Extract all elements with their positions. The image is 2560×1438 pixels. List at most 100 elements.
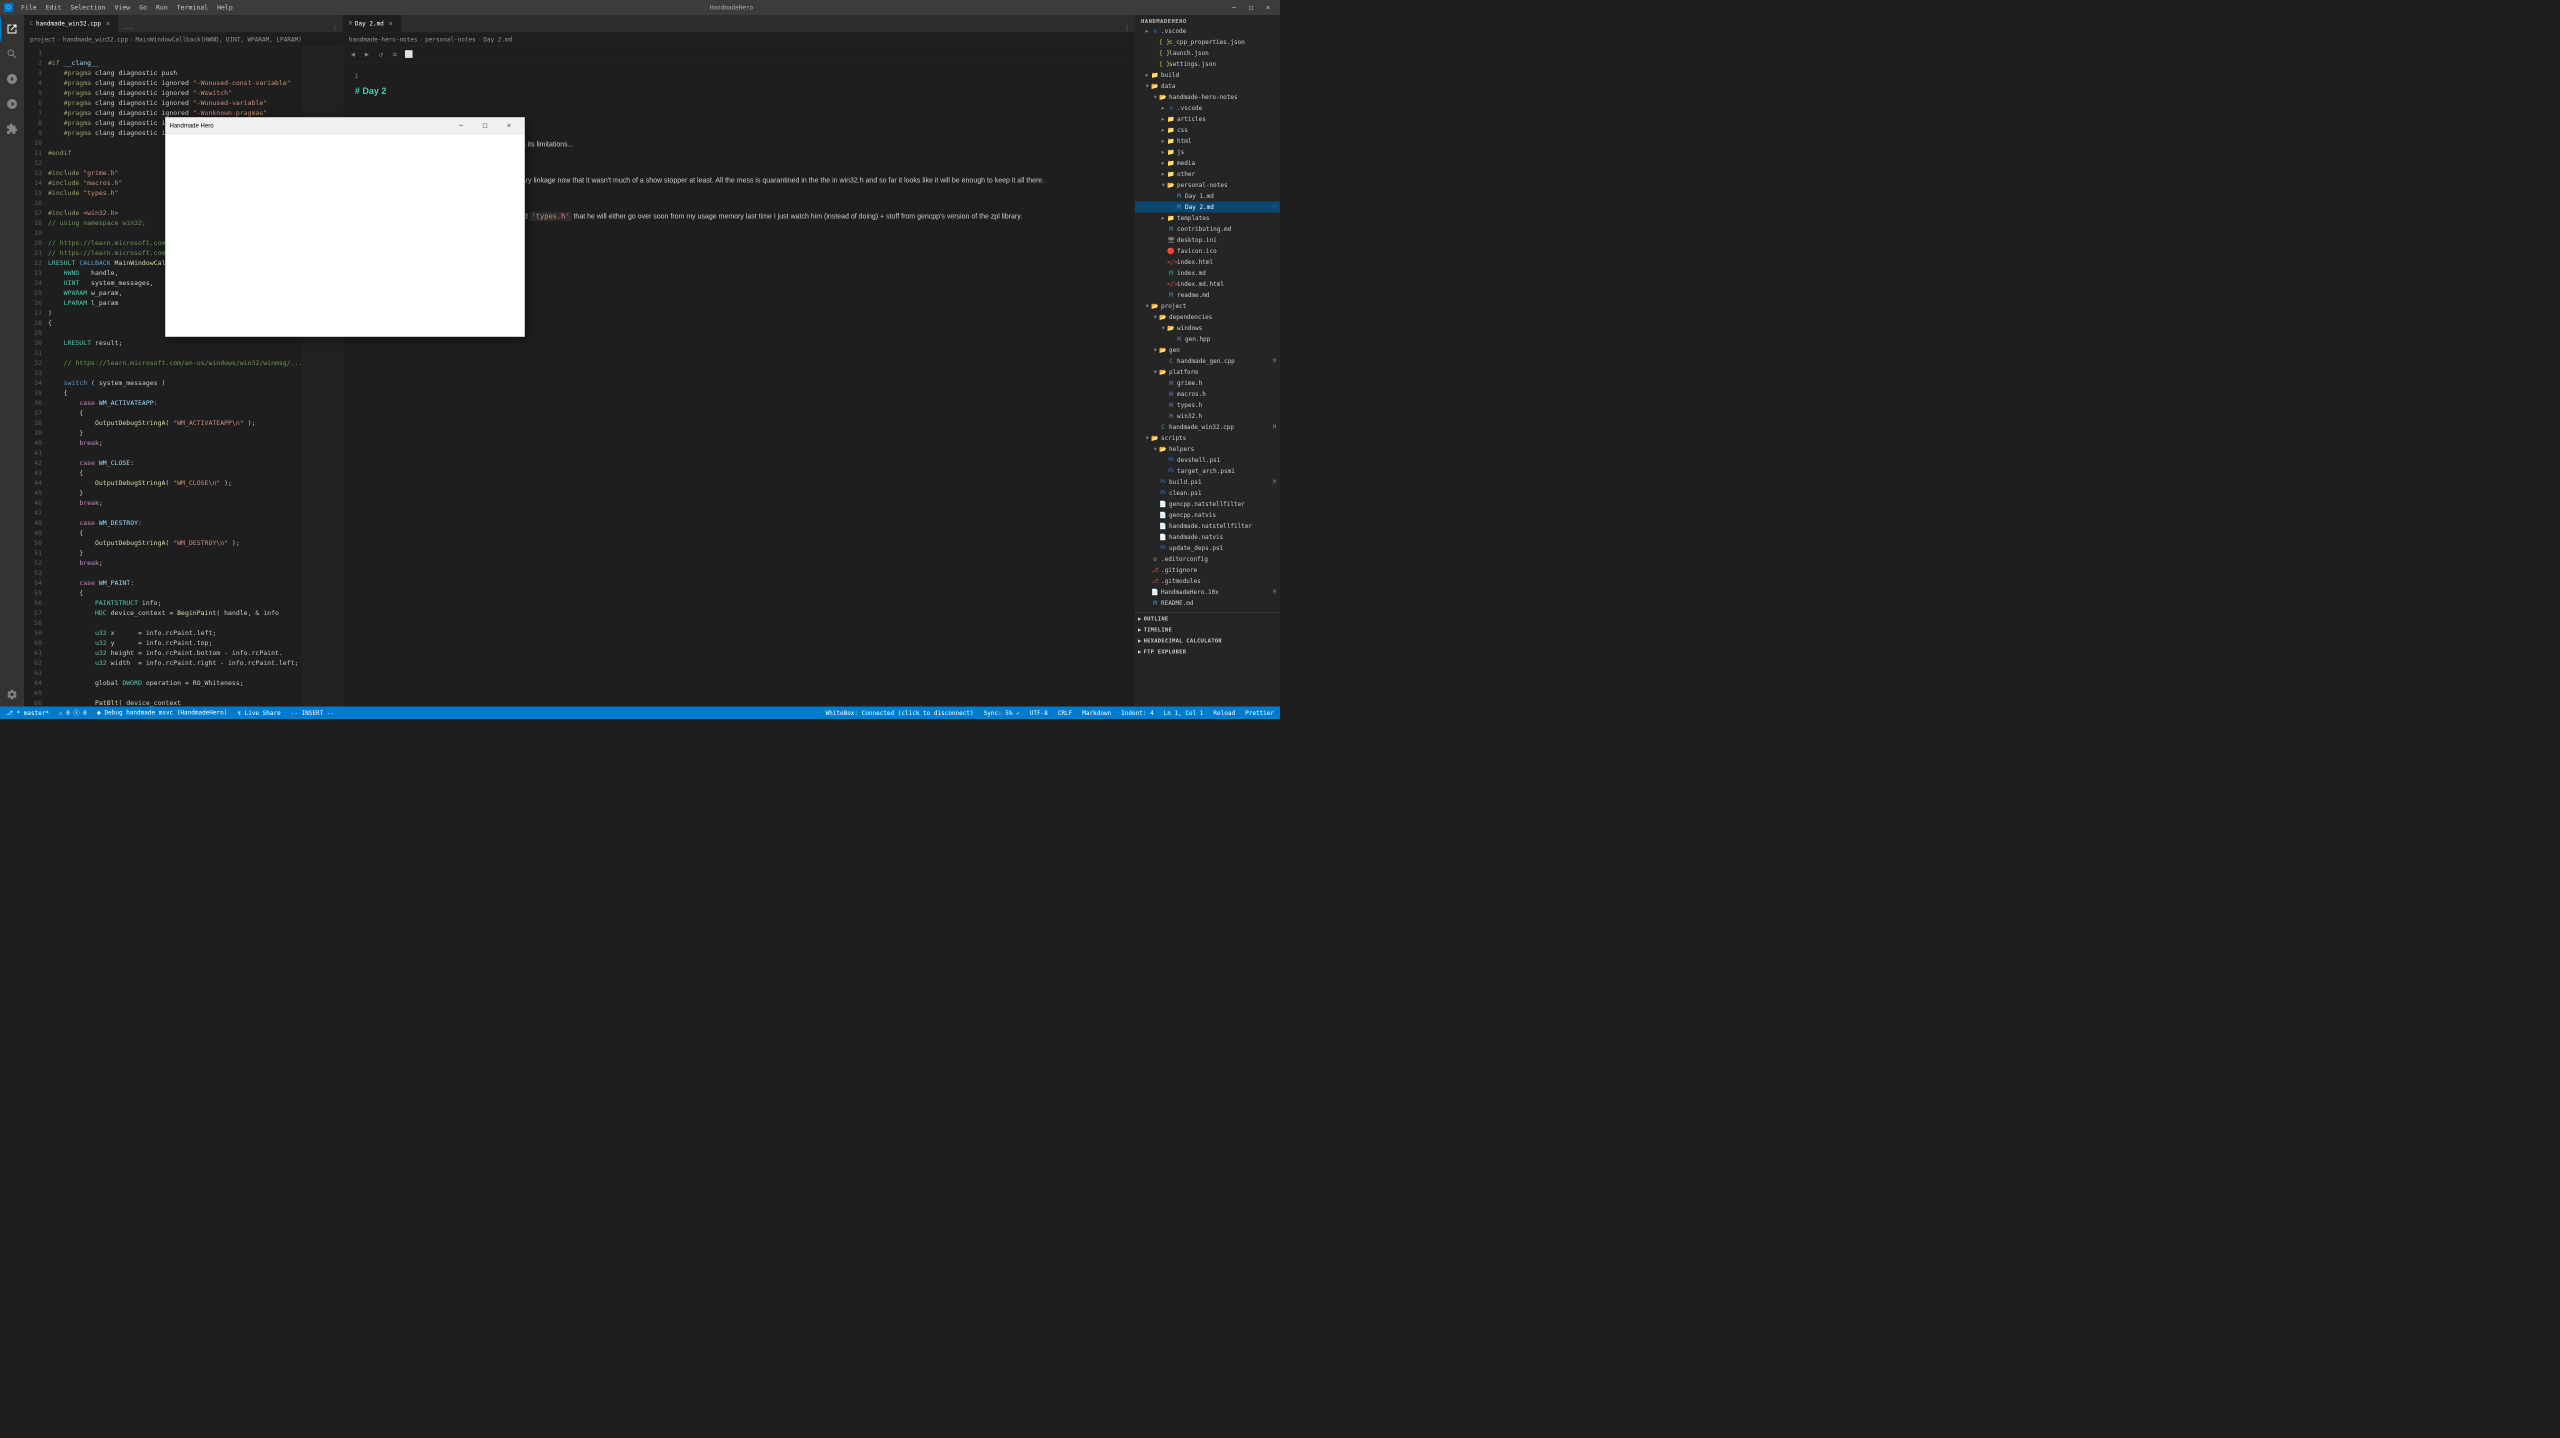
menu-run[interactable]: Run bbox=[152, 2, 172, 14]
tab-split-btn[interactable]: ⋮ bbox=[327, 24, 342, 32]
menu-selection[interactable]: Selection bbox=[66, 2, 109, 14]
activity-git[interactable] bbox=[0, 67, 24, 91]
tree-build[interactable]: ▶ 📁 build bbox=[1135, 70, 1280, 81]
tree-settings[interactable]: { } settings.json bbox=[1135, 59, 1280, 70]
md-btn-sync[interactable]: ⇄ bbox=[389, 48, 401, 60]
status-cursor[interactable]: Ln 1, Col 1 bbox=[1162, 709, 1206, 716]
tree-media[interactable]: ▶ 📁 media bbox=[1135, 158, 1280, 169]
tree-gencpp-natf[interactable]: 📄 gencpp.natstellfilter bbox=[1135, 499, 1280, 510]
activity-explorer[interactable] bbox=[0, 17, 24, 41]
tree-html[interactable]: ▶ 📁 html bbox=[1135, 136, 1280, 147]
tree-launch[interactable]: { } launch.json bbox=[1135, 48, 1280, 59]
tree-css[interactable]: ▶ 📁 css bbox=[1135, 125, 1280, 136]
section-timeline[interactable]: ▶ TIMELINE bbox=[1135, 624, 1280, 635]
tree-types[interactable]: H types.h bbox=[1135, 400, 1280, 411]
status-eol[interactable]: CRLF bbox=[1056, 709, 1074, 716]
tree-target-arch[interactable]: PS target_arch.psm1 bbox=[1135, 466, 1280, 477]
tree-contributing[interactable]: M contributing.md bbox=[1135, 224, 1280, 235]
tree-readme-root[interactable]: M README.md bbox=[1135, 598, 1280, 609]
tree-project[interactable]: ▶ 📂 project bbox=[1135, 301, 1280, 312]
status-sync[interactable]: Sync: 5% ✓ bbox=[982, 709, 1022, 716]
tree-update-deps[interactable]: PS update_deps.ps1 bbox=[1135, 543, 1280, 554]
tree-cpp-props[interactable]: { } c_cpp_properties.json bbox=[1135, 37, 1280, 48]
tree-gitignore[interactable]: ⎇ .gitignore bbox=[1135, 565, 1280, 576]
tree-favicon[interactable]: 🔴 favicon.ico bbox=[1135, 246, 1280, 257]
win-minimize-btn[interactable]: ─ bbox=[450, 118, 473, 133]
menu-file[interactable]: File bbox=[17, 2, 41, 14]
win-maximize[interactable]: □ bbox=[1243, 4, 1259, 12]
menu-view[interactable]: View bbox=[111, 2, 135, 14]
tree-readme-inner[interactable]: M readme.md bbox=[1135, 290, 1280, 301]
tree-macros[interactable]: H macros.h bbox=[1135, 389, 1280, 400]
tab-cpp[interactable]: C handmade_win32.cpp ✕ bbox=[24, 15, 119, 32]
status-liveshare[interactable]: ↯ Live Share bbox=[235, 709, 282, 716]
tree-handmade10x[interactable]: 📄 HandmadeHero.10x M bbox=[1135, 587, 1280, 598]
tree-clean-ps1[interactable]: PS clean.ps1 bbox=[1135, 488, 1280, 499]
tree-handmade-win32[interactable]: C handmade_win32.cpp M bbox=[1135, 422, 1280, 433]
md-btn-view[interactable]: ⬜ bbox=[403, 48, 415, 60]
menu-go[interactable]: Go bbox=[135, 2, 151, 14]
tree-articles[interactable]: ▶ 📁 articles bbox=[1135, 114, 1280, 125]
status-whitebox[interactable]: WhiteBox: Connected (click to disconnect… bbox=[824, 709, 976, 716]
tab-md[interactable]: M Day 2.md ✕ bbox=[343, 15, 401, 32]
tree-grime[interactable]: H grime.h bbox=[1135, 378, 1280, 389]
status-debug[interactable]: ⬥ Debug handmade msvc (HandmadeHero) bbox=[95, 709, 230, 717]
tree-personal-notes[interactable]: ▶ 📂 personal-notes bbox=[1135, 180, 1280, 191]
tab-md-close[interactable]: ✕ bbox=[387, 20, 395, 28]
section-hexcalc[interactable]: ▶ HEXADECIMAL CALCULATOR bbox=[1135, 635, 1280, 646]
status-encoding[interactable]: UTF-8 bbox=[1028, 709, 1050, 716]
tree-handmade-natf[interactable]: 📄 handmade.natstellfilter bbox=[1135, 521, 1280, 532]
tree-day1[interactable]: M Day 1.md bbox=[1135, 191, 1280, 202]
activity-extensions[interactable] bbox=[0, 117, 24, 141]
activity-debug[interactable] bbox=[0, 92, 24, 116]
section-outline[interactable]: ▶ OUTLINE bbox=[1135, 613, 1280, 624]
status-reload[interactable]: Reload bbox=[1211, 709, 1237, 716]
status-errors[interactable]: ⚠ 0 ⓧ 0 bbox=[57, 709, 89, 718]
win-close-btn[interactable]: ✕ bbox=[498, 118, 521, 133]
tab-cpp-close[interactable]: ✕ bbox=[104, 20, 112, 28]
win-minimize[interactable]: ─ bbox=[1226, 4, 1242, 12]
activity-settings[interactable] bbox=[0, 683, 24, 707]
tree-js[interactable]: ▶ 📁 js bbox=[1135, 147, 1280, 158]
tree-vscode[interactable]: ▶ ⚙ .vscode bbox=[1135, 26, 1280, 37]
menu-help[interactable]: Help bbox=[213, 2, 237, 14]
status-prettier[interactable]: Prettier bbox=[1243, 709, 1276, 716]
tree-deps[interactable]: ▶ 📂 dependencies bbox=[1135, 312, 1280, 323]
tree-gen[interactable]: ▶ 📂 gen bbox=[1135, 345, 1280, 356]
tree-gencpp-natvis[interactable]: 📄 gencpp.natvis bbox=[1135, 510, 1280, 521]
tree-index-md[interactable]: M index.md bbox=[1135, 268, 1280, 279]
tree-day2[interactable]: M Day 2.md U bbox=[1135, 202, 1280, 213]
tab-more-btn[interactable]: ··· bbox=[119, 25, 138, 32]
more-actions-btn[interactable]: ⋮ bbox=[1124, 24, 1131, 32]
tree-helpers[interactable]: ▶ 📂 helpers bbox=[1135, 444, 1280, 455]
tree-handmade-gen[interactable]: C handmade_gen.cpp M bbox=[1135, 356, 1280, 367]
tree-handmade-natvis[interactable]: 📄 handmade.natvis bbox=[1135, 532, 1280, 543]
section-ftpexplorer[interactable]: ▶ FTP EXPLORER bbox=[1135, 646, 1280, 657]
tree-windows[interactable]: ▶ 📂 windows bbox=[1135, 323, 1280, 334]
tree-desktop[interactable]: 🖥 desktop.ini bbox=[1135, 235, 1280, 246]
tree-devshell[interactable]: PS devshell.ps1 bbox=[1135, 455, 1280, 466]
tree-build-ps1[interactable]: PS build.ps1 M bbox=[1135, 477, 1280, 488]
tree-platform[interactable]: ▶ 📂 platform bbox=[1135, 367, 1280, 378]
tree-win32h[interactable]: H win32.h bbox=[1135, 411, 1280, 422]
tree-index-html[interactable]: </> index.html bbox=[1135, 257, 1280, 268]
status-indent[interactable]: Indent: 4 bbox=[1119, 709, 1156, 716]
tree-gitmodules[interactable]: ⎇ .gitmodules bbox=[1135, 576, 1280, 587]
tree-scripts[interactable]: ▶ 📂 scripts bbox=[1135, 433, 1280, 444]
status-language[interactable]: Markdown bbox=[1080, 709, 1113, 716]
win-maximize-btn[interactable]: □ bbox=[474, 118, 497, 133]
tree-data[interactable]: ▶ 📂 data bbox=[1135, 81, 1280, 92]
win-close[interactable]: ✕ bbox=[1260, 4, 1276, 12]
menu-terminal[interactable]: Terminal bbox=[173, 2, 212, 14]
tree-editorconfig[interactable]: ⚙ .editorconfig bbox=[1135, 554, 1280, 565]
menu-edit[interactable]: Edit bbox=[42, 2, 66, 14]
status-git-branch[interactable]: ⎇ * master* bbox=[4, 709, 51, 716]
tree-vscode2[interactable]: ▶ ⚙ .vscode bbox=[1135, 103, 1280, 114]
activity-search[interactable] bbox=[0, 42, 24, 66]
tree-hhn[interactable]: ▶ 📂 handmade-hero-notes bbox=[1135, 92, 1280, 103]
tree-other[interactable]: ▶ 📁 other bbox=[1135, 169, 1280, 180]
tree-index-mdhtml[interactable]: </> index.md.html bbox=[1135, 279, 1280, 290]
tree-gen-hpp[interactable]: H gen.hpp bbox=[1135, 334, 1280, 345]
md-btn-forward[interactable]: ▶ bbox=[361, 48, 373, 60]
md-btn-back[interactable]: ◀ bbox=[347, 48, 359, 60]
